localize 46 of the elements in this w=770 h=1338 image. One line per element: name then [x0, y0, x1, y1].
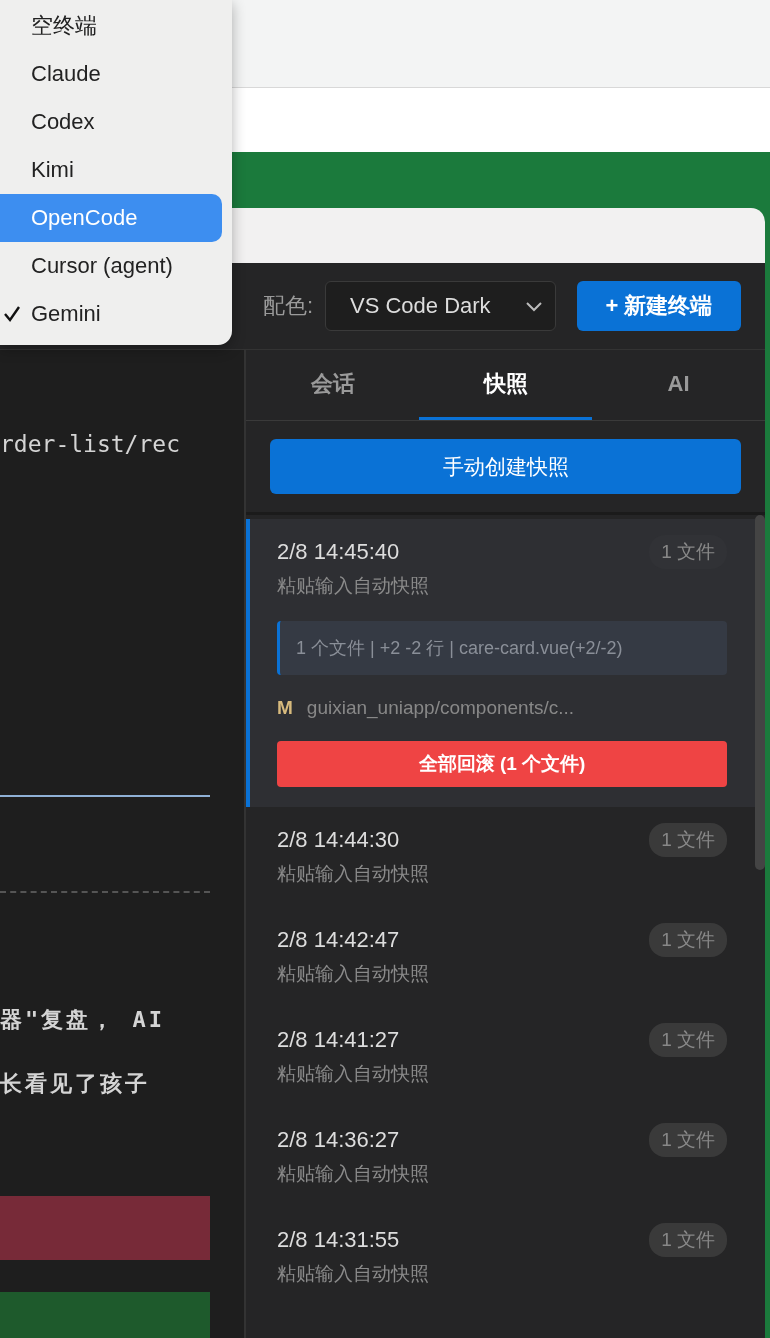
change-summary: 1 个文件 | +2 -2 行 | care-card.vue(+2/-2)	[277, 621, 727, 675]
file-count-badge: 1 文件	[649, 1123, 727, 1157]
snapshot-item[interactable]: 2/8 14:44:30 1 文件 粘贴输入自动快照	[246, 807, 755, 907]
theme-label: 配色:	[262, 292, 313, 320]
chevron-down-icon	[525, 300, 543, 312]
file-path[interactable]: guixian_uniapp/components/c...	[306, 697, 575, 719]
menu-item[interactable]: 空终端	[0, 2, 222, 50]
snapshot-time: 2/8 14:45:40	[277, 539, 400, 565]
menu-item[interactable]: Claude	[0, 50, 222, 98]
panel-tab[interactable]: 会话	[246, 350, 419, 420]
file-count-badge: 1 文件	[649, 823, 727, 857]
create-snapshot-button[interactable]: 手动创建快照	[270, 439, 741, 494]
menu-item[interactable]: Gemini	[0, 290, 222, 338]
file-count-badge: 1 文件	[649, 1023, 727, 1057]
menu-item[interactable]: Codex	[0, 98, 222, 146]
terminal-text: 器"复盘， AI	[0, 1006, 166, 1034]
snapshot-description: 粘贴输入自动快照	[277, 574, 430, 598]
panel-tab[interactable]: AI	[592, 350, 765, 420]
terminal-text: rder-list/rec	[0, 430, 181, 459]
file-status: M	[277, 697, 293, 719]
snapshot-item[interactable]: 2/8 14:36:27 1 文件 粘贴输入自动快照	[246, 1107, 755, 1207]
snapshot-item[interactable]: 2/8 14:45:40 1 文件 粘贴输入自动快照 1 个文件 | +2 -2 行 | care-card.vue(+2/-2) M guixian_uniapp/components/c... 全部回滚 (1 个文件)	[246, 519, 755, 807]
snapshot-time: 2/8 14:42:47	[277, 927, 400, 953]
snapshot-description: 粘贴输入自动快照	[277, 1262, 430, 1286]
panel-tab[interactable]: 快照	[419, 350, 592, 420]
snapshot-description: 粘贴输入自动快照	[277, 1162, 430, 1186]
snapshot-time: 2/8 14:31:55	[277, 1227, 400, 1253]
new-terminal-button[interactable]: + 新建终端	[577, 281, 741, 331]
snapshot-description: 粘贴输入自动快照	[277, 1062, 430, 1086]
rollback-button[interactable]: 全部回滚 (1 个文件)	[277, 741, 727, 787]
snapshot-item[interactable]: 2/8 14:41:27 1 文件 粘贴输入自动快照	[246, 1007, 755, 1107]
theme-select[interactable]: VS Code Dark	[325, 281, 556, 331]
snapshot-time: 2/8 14:36:27	[277, 1127, 400, 1153]
snapshot-description: 粘贴输入自动快照	[277, 862, 430, 886]
menu-item[interactable]: Cursor (agent)	[0, 242, 222, 290]
file-count-badge: 1 文件	[649, 1223, 727, 1257]
file-count-badge: 1 文件	[649, 923, 727, 957]
snapshot-description: 粘贴输入自动快照	[277, 962, 430, 986]
snapshot-item[interactable]: 2/8 14:42:47 1 文件 粘贴输入自动快照	[246, 907, 755, 1007]
scrollbar-thumb[interactable]	[755, 515, 765, 870]
snapshot-time: 2/8 14:44:30	[277, 827, 400, 853]
terminal-text: 长看见了孩子	[0, 1070, 151, 1098]
snapshot-time: 2/8 14:41:27	[277, 1027, 400, 1053]
snapshot-item[interactable]: 2/8 14:31:55 1 文件 粘贴输入自动快照	[246, 1207, 755, 1307]
checkmark-icon	[3, 305, 21, 323]
menu-item[interactable]: Kimi	[0, 146, 222, 194]
